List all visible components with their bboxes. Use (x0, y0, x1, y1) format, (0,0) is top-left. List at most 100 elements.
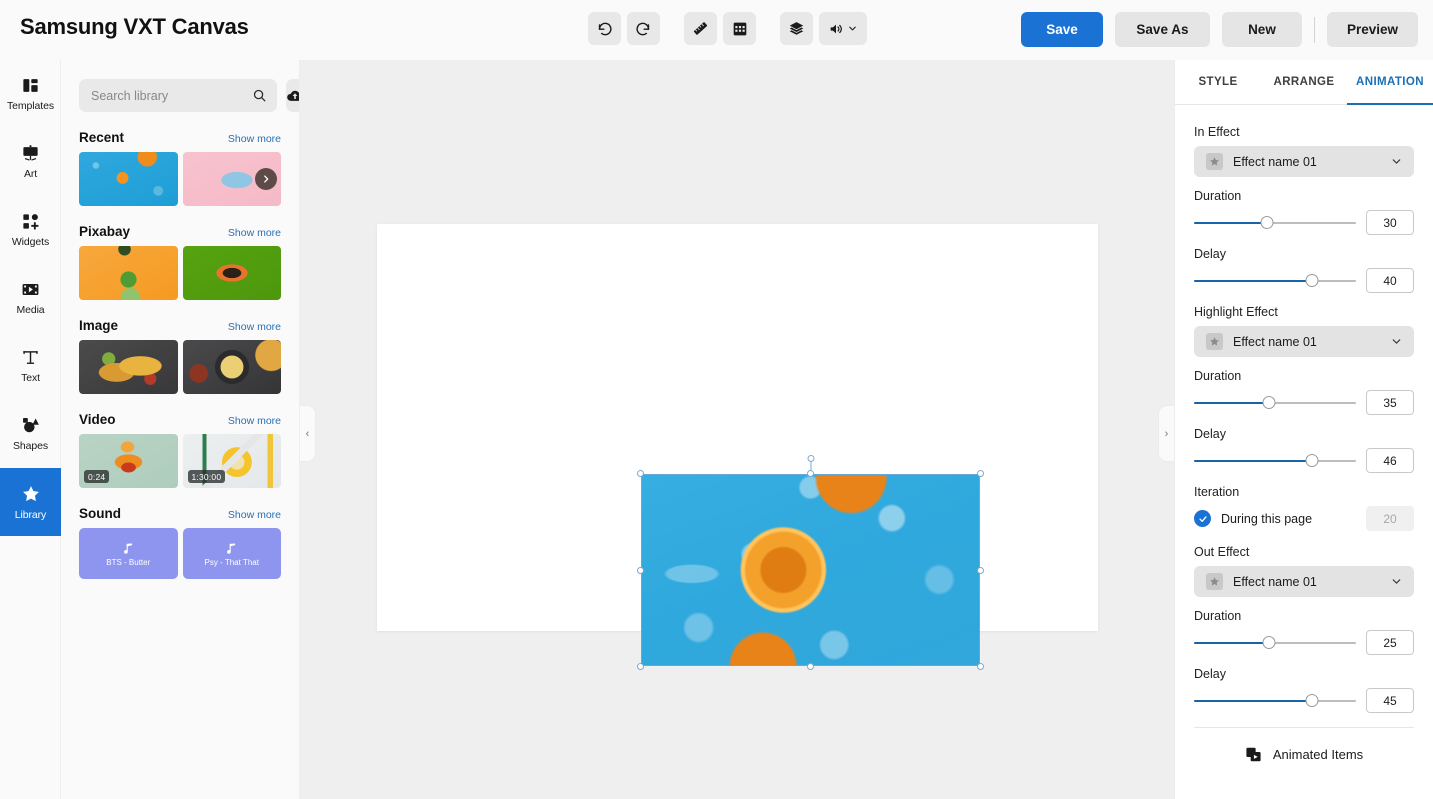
slider-knob[interactable] (1306, 274, 1319, 287)
section-title: Video (79, 412, 116, 427)
collapse-properties-panel-button[interactable]: › (1158, 405, 1174, 462)
rotate-handle[interactable] (807, 455, 814, 462)
resize-handle-n[interactable] (807, 470, 814, 477)
slider-knob[interactable] (1306, 454, 1319, 467)
show-more-link[interactable]: Show more (228, 415, 281, 427)
in-duration-row: 30 (1194, 210, 1414, 235)
layers-button[interactable] (780, 12, 813, 45)
canvas-image[interactable] (641, 474, 980, 666)
show-more-link[interactable]: Show more (228, 509, 281, 521)
sidebar-item-library[interactable]: Library (0, 468, 61, 536)
save-button[interactable]: Save (1021, 12, 1103, 47)
library-video-thumb[interactable]: 0:24 (79, 434, 178, 488)
slider-knob[interactable] (1306, 694, 1319, 707)
tab-arrange[interactable]: ARRANGE (1261, 60, 1347, 104)
save-as-button[interactable]: Save As (1115, 12, 1210, 47)
library-thumb[interactable] (183, 340, 282, 394)
slider-knob[interactable] (1262, 636, 1275, 649)
canvas-page[interactable] (377, 224, 1098, 631)
resize-handle-w[interactable] (637, 567, 644, 574)
slider-fill (1194, 700, 1312, 702)
redo-icon (635, 20, 652, 37)
redo-button[interactable] (627, 12, 660, 45)
out-delay-value[interactable]: 45 (1366, 688, 1414, 713)
library-video-thumb[interactable]: 1:30:00 (183, 434, 282, 488)
resize-handle-e[interactable] (977, 567, 984, 574)
properties-tabs: STYLE ARRANGE ANIMATION (1175, 60, 1433, 105)
ruler-button[interactable] (684, 12, 717, 45)
show-more-link[interactable]: Show more (228, 227, 281, 239)
resize-handle-ne[interactable] (977, 470, 984, 477)
resize-handle-sw[interactable] (637, 663, 644, 670)
layers-icon (788, 20, 805, 37)
resize-handle-nw[interactable] (637, 470, 644, 477)
library-section-header-pixabay: Pixabay Show more (79, 224, 281, 239)
out-delay-slider[interactable] (1194, 694, 1356, 708)
animated-items-button[interactable]: Animated Items (1194, 728, 1414, 780)
star-icon (21, 484, 41, 504)
show-more-link[interactable]: Show more (228, 321, 281, 333)
library-thumb[interactable] (183, 246, 282, 300)
in-effect-select[interactable]: Effect name 01 (1194, 146, 1414, 177)
library-sound-tile[interactable]: Psy - That That (183, 528, 282, 579)
show-more-link[interactable]: Show more (228, 133, 281, 145)
canvas-stage[interactable]: 100% Manual About (300, 60, 1174, 799)
sidebar-item-media[interactable]: Media (0, 264, 61, 332)
in-duration-slider[interactable] (1194, 216, 1356, 230)
library-thumb-row-video: 0:24 1:30:00 (79, 434, 281, 488)
resize-handle-se[interactable] (977, 663, 984, 670)
out-duration-row: 25 (1194, 630, 1414, 655)
page-title: Samsung VXT Canvas (20, 14, 249, 40)
highlight-duration-label: Duration (1194, 369, 1414, 383)
undo-button[interactable] (588, 12, 621, 45)
library-thumb[interactable] (79, 152, 178, 206)
search-input[interactable] (91, 89, 252, 103)
carousel-next-button[interactable] (255, 168, 277, 190)
highlight-effect-select[interactable]: Effect name 01 (1194, 326, 1414, 357)
sidebar-item-label: Media (16, 304, 44, 316)
iteration-checkbox[interactable] (1194, 510, 1211, 527)
ruler-icon (692, 20, 709, 37)
out-effect-select[interactable]: Effect name 01 (1194, 566, 1414, 597)
editor-toolbar (588, 12, 867, 45)
slider-knob[interactable] (1262, 396, 1275, 409)
preview-button[interactable]: Preview (1327, 12, 1418, 47)
animated-items-icon (1245, 746, 1262, 763)
sidebar-item-text[interactable]: Text (0, 332, 61, 400)
new-button[interactable]: New (1222, 12, 1302, 47)
sidebar-item-art[interactable]: Art (0, 128, 61, 196)
video-duration-badge: 0:24 (84, 470, 109, 483)
in-delay-row: 40 (1194, 268, 1414, 293)
sidebar-item-widgets[interactable]: Widgets (0, 196, 61, 264)
cloud-upload-button[interactable] (286, 79, 300, 112)
resize-handle-s[interactable] (807, 663, 814, 670)
volume-button[interactable] (819, 12, 867, 45)
library-sound-tile[interactable]: BTS - Butter (79, 528, 178, 579)
library-thumb[interactable] (79, 340, 178, 394)
highlight-duration-slider[interactable] (1194, 396, 1356, 410)
out-duration-value[interactable]: 25 (1366, 630, 1414, 655)
highlight-delay-label: Delay (1194, 427, 1414, 441)
collapse-library-panel-button[interactable]: ‹ (300, 405, 316, 462)
in-duration-value[interactable]: 30 (1366, 210, 1414, 235)
selected-image-object[interactable] (641, 474, 980, 666)
iteration-checkbox-label: During this page (1221, 512, 1356, 526)
library-thumb[interactable] (79, 246, 178, 300)
out-duration-slider[interactable] (1194, 636, 1356, 650)
grid-button[interactable] (723, 12, 756, 45)
tab-animation[interactable]: ANIMATION (1347, 60, 1433, 104)
sound-title: BTS - Butter (106, 558, 150, 567)
highlight-duration-value[interactable]: 35 (1366, 390, 1414, 415)
highlight-duration-row: 35 (1194, 390, 1414, 415)
in-delay-value[interactable]: 40 (1366, 268, 1414, 293)
sidebar-item-templates[interactable]: Templates (0, 60, 61, 128)
highlight-delay-slider[interactable] (1194, 454, 1356, 468)
slider-knob[interactable] (1260, 216, 1273, 229)
highlight-delay-value[interactable]: 46 (1366, 448, 1414, 473)
search-box[interactable] (79, 79, 277, 112)
sidebar-item-shapes[interactable]: Shapes (0, 400, 61, 468)
tab-style[interactable]: STYLE (1175, 60, 1261, 104)
in-delay-slider[interactable] (1194, 274, 1356, 288)
grid-icon (732, 21, 748, 37)
left-nav-rail: Templates Art Widgets (0, 60, 61, 799)
